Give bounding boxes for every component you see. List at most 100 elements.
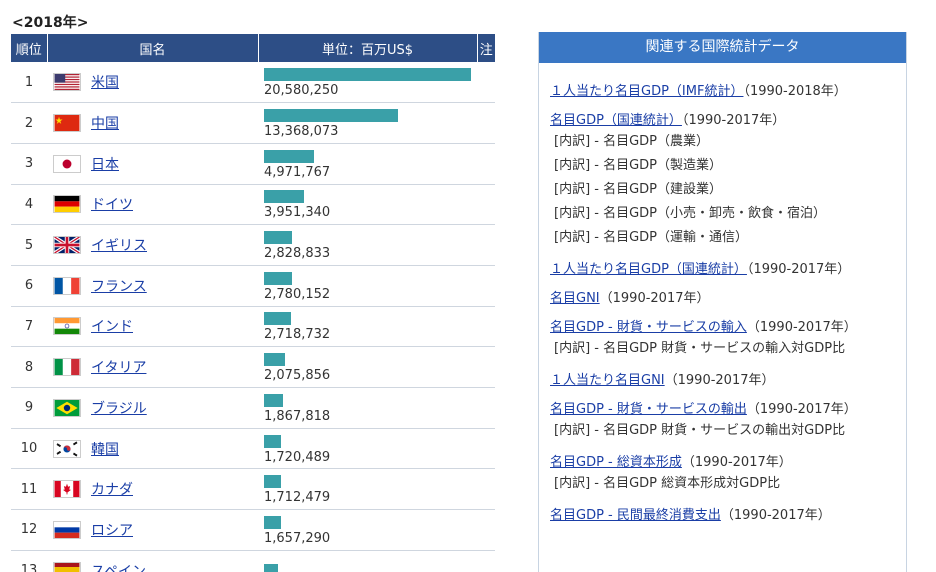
related-stat-link[interactable]: １人当たり名目GDP（IMF統計）: [550, 84, 743, 99]
note-cell: [477, 62, 495, 104]
value-bar: [264, 271, 292, 285]
table-row: 5 イギリス 2,828,833: [11, 224, 495, 266]
related-stat-sub: [内訳] - 名目GDP 総資本形成対GDP比: [554, 476, 781, 491]
value-cell: 2,828,833: [258, 224, 477, 266]
italy-flag-icon: [53, 358, 81, 377]
india-flag-icon: [53, 317, 81, 336]
country-cell: カナダ: [47, 468, 258, 511]
related-stat-link[interactable]: １人当たり名目GNI: [550, 373, 665, 388]
related-stat-range: （1990-2017年）: [746, 262, 851, 277]
country-link[interactable]: ロシア: [91, 523, 133, 539]
year-heading: <2018年>: [12, 15, 89, 31]
note-cell: [477, 468, 495, 511]
value-text: 1,712,479: [264, 490, 331, 506]
country-link[interactable]: フランス: [91, 279, 147, 295]
country-link[interactable]: イギリス: [91, 238, 147, 254]
note-cell: [477, 306, 495, 348]
table-row: 7 インド 2,718,732: [11, 306, 495, 348]
header-unit: 単位：百万US$: [258, 34, 478, 62]
country-cell: インド: [47, 306, 258, 348]
table-row: 3 日本 4,971,767: [11, 143, 495, 185]
value-cell: 4,971,767: [258, 143, 477, 185]
country-cell: ロシア: [47, 509, 258, 551]
table-row: 13 スペイン: [11, 550, 495, 572]
related-stat-link[interactable]: 名目GNI: [550, 291, 600, 306]
value-bar: [264, 68, 471, 82]
note-cell: [477, 387, 495, 429]
rank-cell: 6: [11, 265, 47, 307]
value-bar: [264, 475, 281, 489]
country-link[interactable]: イタリア: [91, 360, 146, 376]
value-text: 2,780,152: [264, 286, 331, 302]
country-link[interactable]: 韓国: [91, 442, 119, 458]
related-stat-link[interactable]: 名目GDP - 財貨・サービスの輸入: [550, 320, 747, 335]
china-flag-icon: [53, 114, 81, 133]
spain-flag-icon: [53, 561, 81, 572]
related-stat-link[interactable]: 名目GDP - 民間最終消費支出: [550, 508, 721, 523]
country-link[interactable]: スペイン: [91, 564, 146, 572]
korea-flag-icon: [53, 439, 81, 458]
country-cell: ブラジル: [47, 387, 258, 429]
country-cell: イタリア: [47, 346, 258, 388]
table-row: 8 イタリア 2,075,856: [11, 346, 495, 388]
country-cell: 中国: [47, 102, 258, 144]
country-link[interactable]: 米国: [91, 75, 119, 91]
related-stat-item: 名目GNI（1990-2017年）: [550, 290, 906, 308]
rank-cell: 9: [11, 387, 47, 429]
note-cell: [477, 550, 495, 572]
value-text: 4,971,767: [264, 164, 331, 180]
table-row: 12 ロシア 1,657,290: [11, 509, 495, 551]
related-stat-item: 名目GDP - 財貨・サービスの輸入（1990-2017年） [内訳] - 名目G…: [550, 319, 906, 361]
related-stat-link[interactable]: 名目GDP（国連統計）: [550, 113, 682, 128]
related-stat-link[interactable]: 名目GDP - 総資本形成: [550, 455, 682, 470]
value-bar: [264, 231, 292, 245]
country-cell: 米国: [47, 62, 258, 104]
related-stat-range: （1990-2017年）: [720, 508, 831, 523]
country-cell: ドイツ: [47, 184, 258, 226]
country-cell: 日本: [47, 143, 258, 185]
header-rank: 順位: [11, 34, 48, 62]
value-cell: [258, 550, 477, 572]
value-bar: [264, 564, 278, 572]
country-link[interactable]: インド: [91, 319, 133, 335]
note-cell: [477, 143, 495, 185]
rank-cell: 5: [11, 224, 47, 266]
related-stats-list: １人当たり名目GDP（IMF統計）（1990-2018年） 名目GDP（国連統計）…: [539, 63, 906, 525]
related-stat-sub: [内訳] - 名目GDP（農業）: [554, 134, 710, 149]
country-link[interactable]: 中国: [91, 116, 119, 132]
table-row: 2 中国 13,368,073: [11, 102, 495, 144]
country-cell: 韓国: [47, 428, 258, 470]
related-stat-sub: [内訳] - 名目GDP（製造業）: [554, 158, 723, 173]
related-stat-item: １人当たり名目GDP（国連統計）（1990-2017年）: [550, 261, 906, 279]
related-stat-sub: [内訳] - 名目GDP 財貨・サービスの輸入対GDP比: [554, 341, 846, 356]
value-text: 20,580,250: [264, 83, 339, 99]
note-cell: [477, 265, 495, 307]
table-row: 6 フランス 2,780,152: [11, 265, 495, 307]
value-cell: 20,580,250: [258, 62, 477, 104]
related-stat-item: １人当たり名目GDP（IMF統計）（1990-2018年）: [550, 83, 906, 101]
country-link[interactable]: 日本: [91, 157, 119, 173]
related-stat-range: （1990-2017年）: [746, 402, 857, 417]
country-link[interactable]: ブラジル: [91, 401, 147, 417]
related-stat-link[interactable]: 名目GDP - 財貨・サービスの輸出: [550, 402, 747, 417]
ranking-table: 順位 国名 単位：百万US$ 注 1 米国 20,580,250 2 中国 13,368,…: [11, 34, 495, 572]
header-country: 国名: [47, 34, 259, 62]
related-stat-range: （1990-2017年）: [746, 320, 857, 335]
table-row: 11 カナダ 1,712,479: [11, 468, 495, 511]
value-text: 2,718,732: [264, 327, 331, 343]
value-bar: [264, 393, 283, 407]
table-row: 10 韓国 1,720,489: [11, 428, 495, 470]
country-link[interactable]: カナダ: [91, 482, 133, 498]
rank-cell: 7: [11, 306, 47, 348]
value-text: 3,951,340: [264, 205, 331, 221]
related-stat-sub: [内訳] - 名目GDP（小売・卸売・飲食・宿泊）: [554, 206, 827, 221]
country-link[interactable]: ドイツ: [91, 197, 133, 213]
header-note: 注: [477, 34, 495, 62]
related-stat-range: （1990-2018年）: [743, 84, 847, 99]
related-stat-item: 名目GDP（国連統計）（1990-2017年） [内訳] - 名目GDP（農業） […: [550, 112, 906, 250]
table-row: 1 米国 20,580,250: [11, 62, 495, 104]
rank-cell: 1: [11, 62, 47, 104]
value-text: 2,075,856: [264, 368, 331, 384]
related-stat-link[interactable]: １人当たり名目GDP（国連統計）: [550, 262, 747, 277]
note-cell: [477, 346, 495, 388]
